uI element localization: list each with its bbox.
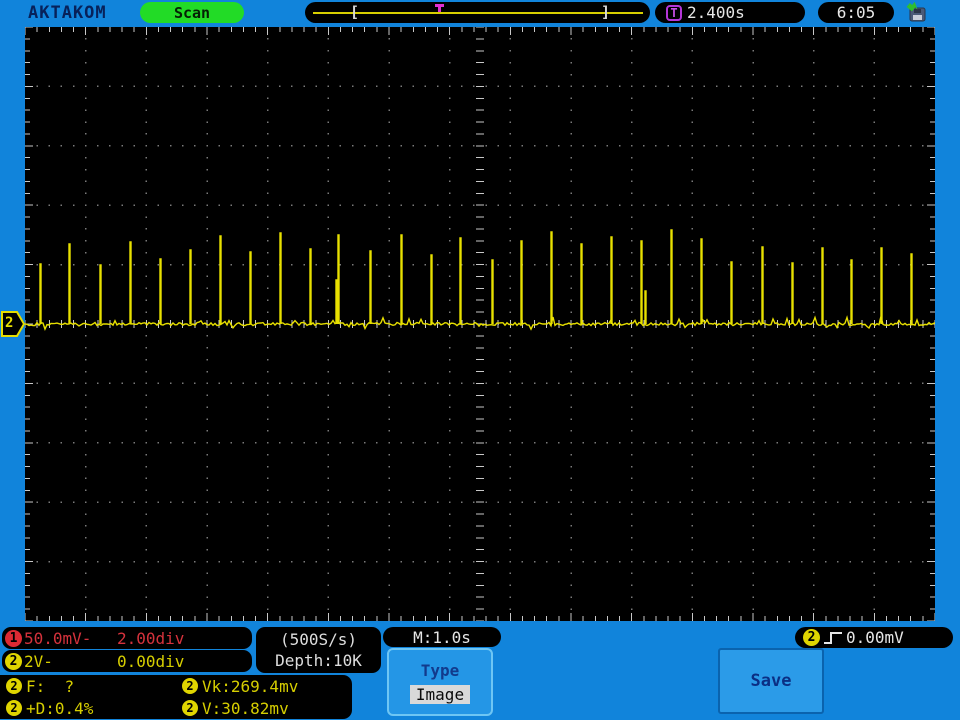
measurement-vk: 2 Vk:269.4mv — [176, 677, 352, 696]
meas-ch-badge: 2 — [6, 678, 22, 694]
acquisition-info: (500S/s) Depth:10K — [256, 627, 381, 673]
brand-logo: AKTAKOM — [28, 3, 107, 23]
meas-value: V:30.82mv — [202, 698, 289, 718]
memory-depth: Depth:10K — [275, 651, 362, 670]
trigger-position-marker-icon — [435, 4, 444, 12]
menu-type-selector[interactable]: Type Image — [387, 648, 493, 716]
channel2-offset: 0.00div — [117, 651, 185, 671]
trigger-time-value: 2.400s — [687, 3, 745, 22]
waveform-display — [24, 26, 936, 622]
measurement-frequency: 2 F: ? — [0, 677, 176, 696]
channel1-status: 1 50.0mV- 2.00div — [2, 627, 252, 649]
meas-ch-badge: 2 — [6, 700, 22, 716]
meas-ch-badge: 2 — [182, 700, 198, 716]
trigger-level-value: 0.00mV — [846, 628, 904, 647]
measurements-panel: 2 F: ? 2 Vk:269.4mv 2 +D:0.4% 2 V:30.82m… — [0, 675, 352, 719]
record-window-right-bracket: ] — [601, 3, 611, 21]
channel2-position-marker[interactable]: 2 — [1, 311, 26, 337]
channel1-offset: 2.00div — [117, 628, 185, 648]
measurement-v: 2 V:30.82mv — [176, 699, 352, 718]
trigger-source-badge: 2 — [803, 629, 820, 646]
timebase-readout: M:1.0s — [383, 627, 501, 647]
oscilloscope-screen: AKTAKOM Scan [ ] T 2.400s 6:05 2 1 50.0m… — [0, 0, 960, 720]
channel2-status: 2 2V- 0.00div — [2, 650, 252, 672]
meas-value: F: ? — [26, 676, 75, 696]
meas-value: Vk:269.4mv — [202, 676, 299, 696]
graticule-and-trace — [24, 26, 936, 622]
channel2-marker-label: 2 — [5, 315, 14, 331]
meas-value: +D:0.4% — [26, 698, 94, 718]
meas-ch-badge: 2 — [182, 678, 198, 694]
trigger-t-icon: T — [666, 4, 682, 21]
acquisition-mode-badge: Scan — [140, 2, 244, 23]
channel2-scale: 2V- — [24, 651, 53, 671]
measurement-duty: 2 +D:0.4% — [0, 699, 176, 718]
channel1-badge: 1 — [5, 629, 22, 647]
trigger-time-readout: T 2.400s — [655, 2, 805, 23]
rising-edge-icon — [824, 631, 842, 644]
record-line — [313, 12, 643, 14]
trigger-level-readout: 2 0.00mV — [795, 627, 953, 648]
clock-readout: 6:05 — [818, 2, 894, 23]
record-position-bar: [ ] — [305, 2, 650, 23]
channel2-badge: 2 — [5, 652, 22, 670]
menu-selected-option[interactable]: Image — [409, 684, 471, 704]
save-button[interactable]: Save — [718, 648, 824, 714]
channel1-scale: 50.0mV- — [24, 628, 92, 648]
record-window-left-bracket: [ — [350, 3, 360, 21]
sample-rate: (500S/s) — [279, 630, 358, 649]
usb-storage-icon — [906, 2, 926, 22]
menu-title: Type — [420, 660, 460, 680]
